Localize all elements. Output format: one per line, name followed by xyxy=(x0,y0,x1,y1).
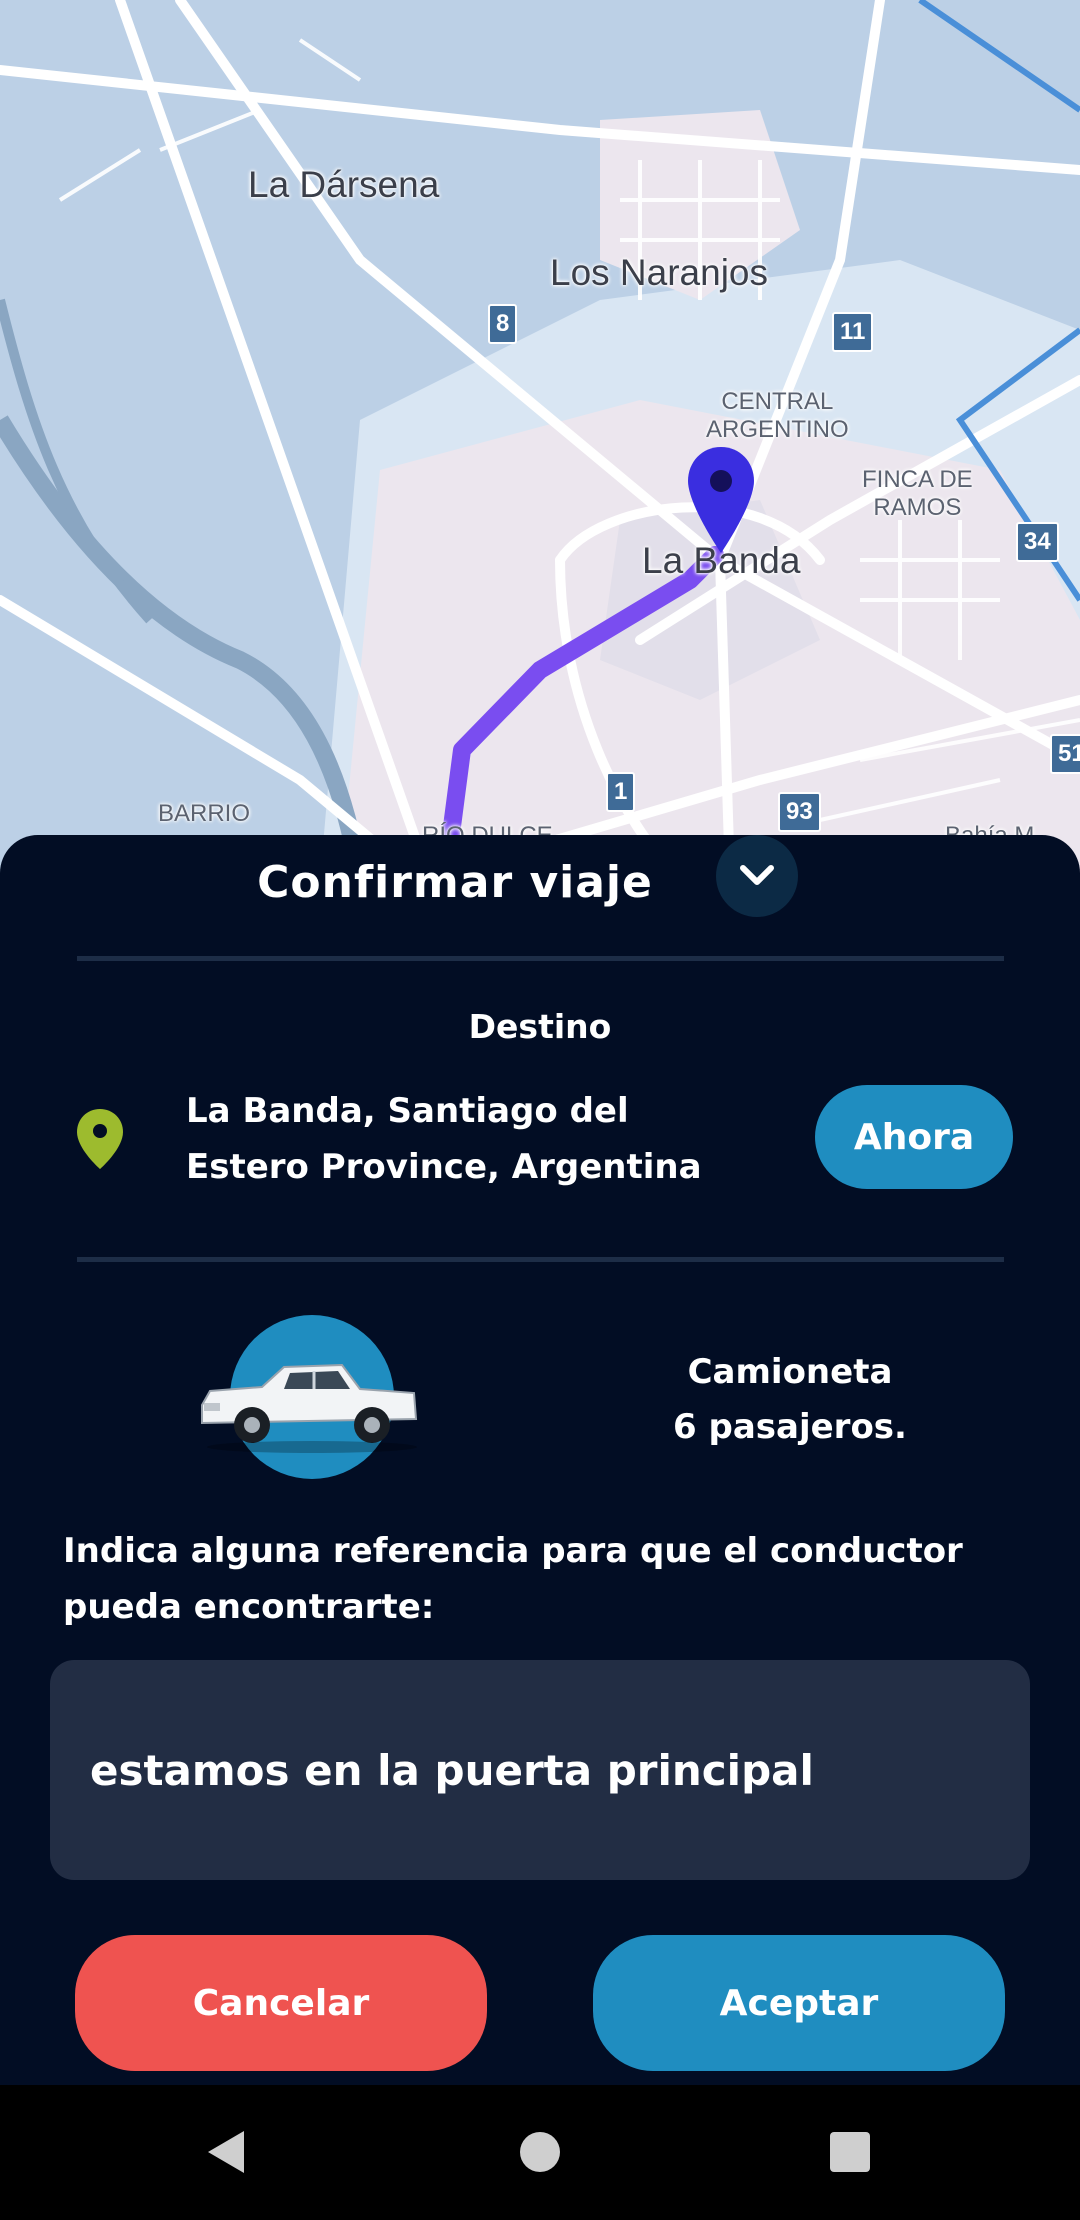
map-view[interactable]: La Dársena Los Naranjos La Banda CENTRAL… xyxy=(0,0,1080,880)
vehicle-capacity: 6 pasajeros. xyxy=(673,1407,907,1447)
back-triangle-icon[interactable] xyxy=(190,2117,260,2187)
map-canvas xyxy=(0,0,1080,880)
vehicle-info: Camioneta 6 pasajeros. xyxy=(640,1345,940,1455)
route-shield-51: 51 xyxy=(1050,734,1080,774)
place-label-los-naranjos: Los Naranjos xyxy=(550,252,769,293)
system-navigation-bar xyxy=(0,2085,1080,2220)
place-label-finca-de-ramos: FINCA DE RAMOS xyxy=(862,466,973,521)
route-shield-8: 8 xyxy=(488,304,518,344)
pickup-truck-image xyxy=(192,1347,422,1457)
divider-middle xyxy=(77,1257,1004,1262)
accept-button[interactable]: Aceptar xyxy=(593,1935,1005,2071)
confirm-trip-sheet: Confirmar viaje Destino La Banda, Santia… xyxy=(0,835,1080,2085)
map-marker-icon xyxy=(74,1107,126,1171)
location-pin-icon[interactable] xyxy=(686,445,756,555)
route-shield-34: 34 xyxy=(1016,522,1059,562)
vehicle-type: Camioneta xyxy=(687,1352,893,1392)
recents-square-icon[interactable] xyxy=(815,2117,885,2187)
place-label-la-darsena: La Dársena xyxy=(248,164,440,205)
route-shield-93: 93 xyxy=(778,792,821,832)
destination-label: Destino xyxy=(468,1007,612,1046)
divider-top xyxy=(77,956,1004,961)
home-circle-icon[interactable] xyxy=(505,2117,575,2187)
chevron-down-icon xyxy=(740,865,774,885)
destination-address: La Banda, Santiago del Estero Province, … xyxy=(186,1091,702,1187)
time-now-button[interactable]: Ahora xyxy=(815,1085,1013,1189)
place-label-central-argentino: CENTRAL ARGENTINO xyxy=(706,388,849,443)
reference-input[interactable] xyxy=(50,1660,1030,1880)
reference-prompt: Indica alguna referencia para que el con… xyxy=(63,1531,963,1627)
collapse-button[interactable] xyxy=(716,835,798,917)
route-shield-1: 1 xyxy=(606,772,636,812)
place-label-barrio: BARRIO xyxy=(158,800,251,827)
route-shield-11: 11 xyxy=(832,312,874,352)
cancel-button[interactable]: Cancelar xyxy=(75,1935,487,2071)
